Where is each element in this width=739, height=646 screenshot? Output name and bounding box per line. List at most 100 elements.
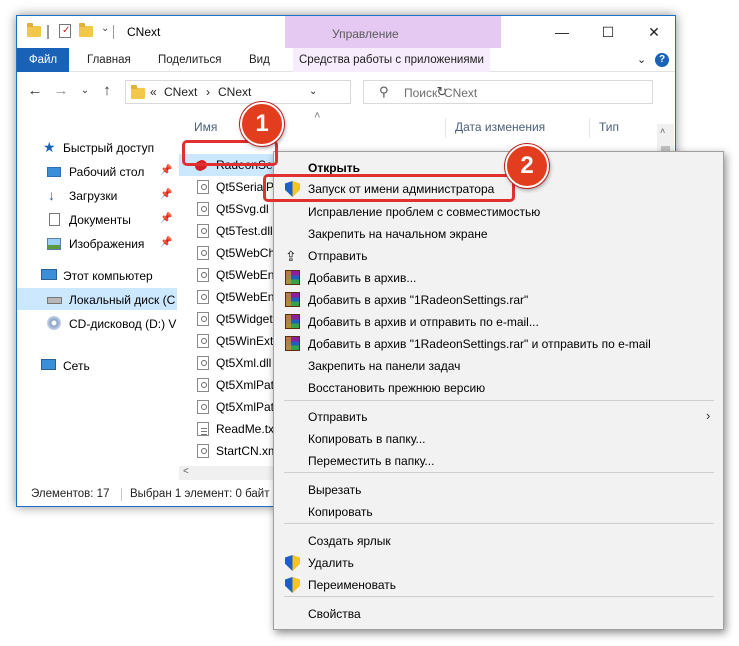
nav-desktop[interactable]: Рабочий стол 📌: [17, 160, 177, 184]
breadcrumb-separator[interactable]: ›: [206, 85, 210, 99]
menu-item[interactable]: Вырезать: [276, 479, 721, 501]
menu-item[interactable]: Переместить в папку...: [276, 450, 721, 472]
column-name[interactable]: Имя: [194, 120, 217, 134]
menu-item-label: Создать ярлык: [308, 534, 391, 548]
tab-home[interactable]: Главная: [87, 48, 131, 72]
menu-item[interactable]: Добавить в архив "1RadeonSettings.rar": [276, 289, 721, 311]
tab-share[interactable]: Поделиться: [158, 48, 222, 72]
search-placeholder: Поиск: CNext: [404, 86, 478, 100]
address-dropdown-icon[interactable]: ⌄: [309, 86, 317, 97]
menu-item-label: Вырезать: [308, 483, 362, 497]
back-icon[interactable]: ←: [25, 81, 45, 101]
nav-network[interactable]: Сеть: [17, 354, 177, 378]
pin-icon[interactable]: 📌: [160, 165, 172, 176]
menu-item[interactable]: Закрепить на панели задач: [276, 355, 721, 377]
navigation-pane: ★ Быстрый доступ Рабочий стол 📌 ↓ Загруз…: [17, 110, 177, 480]
dll-icon: [197, 180, 209, 194]
menu-item[interactable]: Добавить в архив "1RadeonSettings.rar" и…: [276, 333, 721, 355]
step-badge-1: 1: [240, 102, 284, 146]
computer-icon: [41, 269, 57, 280]
pin-icon[interactable]: 📌: [160, 189, 172, 200]
menu-item[interactable]: Свойства: [276, 603, 721, 625]
nav-local-disk-c[interactable]: Локальный диск (C: [17, 288, 177, 310]
menu-item-label: Закрепить на панели задач: [308, 359, 461, 373]
maximize-button[interactable]: ☐: [585, 16, 631, 48]
nav-images[interactable]: Изображения 📌: [17, 232, 177, 256]
window-title: CNext: [127, 25, 161, 39]
images-icon: [47, 238, 61, 250]
ribbon-expand-icon[interactable]: ⌄: [637, 48, 646, 72]
breadcrumb-overflow[interactable]: «: [150, 85, 157, 99]
search-box[interactable]: ⚲ Поиск: CNext: [363, 80, 653, 104]
menu-item[interactable]: Копировать в папку...: [276, 428, 721, 450]
nav-this-pc[interactable]: Этот компьютер: [17, 264, 177, 288]
breadcrumb-cnext-2[interactable]: CNext: [218, 85, 251, 99]
pin-icon[interactable]: 📌: [160, 213, 172, 224]
address-row: ← → ⌄ ↑ « CNext › CNext ⌄ ↻ ⚲ Поиск: CNe…: [17, 73, 675, 110]
menu-item[interactable]: Создать ярлык: [276, 530, 721, 552]
tab-file[interactable]: Файл: [17, 48, 69, 72]
menu-item[interactable]: Копировать: [276, 501, 721, 523]
scroll-left-icon[interactable]: <: [183, 466, 189, 477]
step-badge-2: 2: [505, 144, 549, 188]
menu-item-label: Переместить в папку...: [308, 454, 435, 468]
menu-item[interactable]: Восстановить прежнюю версию: [276, 377, 721, 399]
nav-documents[interactable]: Документы 📌: [17, 208, 177, 232]
xml-file-icon: [197, 444, 209, 458]
menu-item[interactable]: ⇪ Отправить: [276, 245, 721, 267]
tab-view[interactable]: Вид: [249, 48, 270, 72]
help-icon[interactable]: ?: [655, 53, 669, 67]
status-selection: Выбран 1 элемент: 0 байт: [130, 488, 270, 500]
menu-item[interactable]: Отправить ›: [276, 406, 721, 428]
context-menu: Открыть Запуск от имени администратора Исп…: [273, 151, 724, 630]
menu-item-label: Восстановить прежнюю версию: [308, 381, 486, 395]
menu-item-label: Удалить: [308, 556, 354, 570]
menu-item[interactable]: Добавить в архив и отправить по e-mail..…: [276, 311, 721, 333]
menu-item[interactable]: Исправление проблем с совместимостью: [276, 201, 721, 223]
menu-item-label: Отправить: [308, 249, 368, 263]
up-icon[interactable]: ↑: [97, 81, 117, 101]
dll-icon: [197, 400, 209, 414]
menu-item-label: Копировать в папку...: [308, 432, 426, 446]
close-button[interactable]: ✕: [631, 16, 675, 48]
nav-cd-drive[interactable]: CD-дисковод (D:) V: [17, 312, 177, 336]
menu-item-label: Закрепить на начальном экране: [308, 227, 488, 241]
minimize-button[interactable]: —: [539, 16, 585, 48]
address-bar[interactable]: « CNext › CNext ⌄ ↻: [125, 80, 447, 104]
menu-item[interactable]: Переименовать: [276, 574, 721, 596]
network-icon: [41, 359, 56, 370]
dll-icon: [197, 290, 209, 304]
column-separator[interactable]: [589, 118, 590, 138]
download-icon: ↓: [48, 187, 55, 203]
menu-item-label: Отправить: [308, 410, 368, 424]
breadcrumb-cnext-1[interactable]: CNext: [164, 85, 197, 99]
status-separator: [121, 488, 122, 501]
dll-icon: [197, 224, 209, 238]
winrar-icon: [285, 314, 301, 330]
menu-item[interactable]: Закрепить на начальном экране: [276, 223, 721, 245]
qat-customize-icon[interactable]: ⌄: [101, 23, 109, 41]
pin-icon[interactable]: 📌: [160, 237, 172, 248]
file-name: StartCN.xm: [216, 444, 279, 458]
nav-quick-access[interactable]: ★ Быстрый доступ: [17, 136, 177, 160]
file-name: Qt5WebEng: [216, 268, 282, 282]
recent-locations-icon[interactable]: ⌄: [75, 81, 95, 101]
file-name: ReadMe.txt: [216, 422, 278, 436]
properties-check-icon[interactable]: ✓: [59, 24, 71, 38]
menu-item-label: Добавить в архив "1RadeonSettings.rar" и…: [308, 337, 651, 351]
tab-app-tools[interactable]: Средства работы с приложениями: [293, 48, 490, 72]
dll-icon: [197, 334, 209, 348]
menu-item[interactable]: Удалить: [276, 552, 721, 574]
menu-item[interactable]: Добавить в архив...: [276, 267, 721, 289]
column-separator[interactable]: [445, 118, 446, 138]
dll-icon: [197, 246, 209, 260]
chevron-right-icon: ›: [706, 408, 711, 423]
file-name: Qt5Widget: [216, 312, 273, 326]
title-bar: ✓ ⌄ CNext Управление — ☐ ✕: [17, 16, 675, 48]
forward-icon[interactable]: →: [51, 81, 71, 101]
nav-downloads[interactable]: ↓ Загрузки 📌: [17, 184, 177, 208]
menu-separator: [284, 523, 714, 524]
scroll-up-icon[interactable]: ˄: [660, 126, 665, 136]
column-type[interactable]: Тип: [599, 120, 619, 134]
column-date[interactable]: Дата изменения: [455, 120, 545, 134]
